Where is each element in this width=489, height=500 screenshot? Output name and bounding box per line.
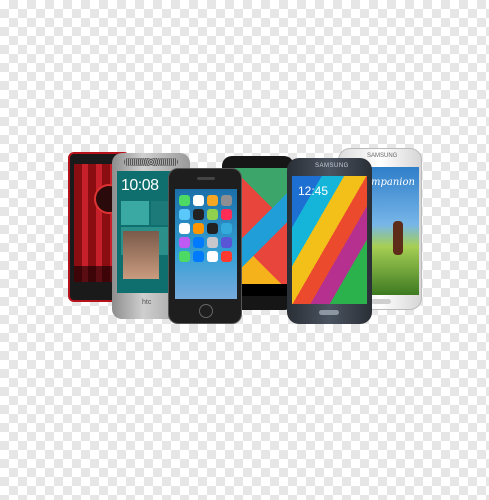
home-button [319, 310, 339, 315]
phone-logo: htc [142, 299, 152, 306]
phone-screen: 12:45 [292, 176, 367, 304]
itunes-app-icon [179, 237, 190, 248]
settings-app-icon [207, 237, 218, 248]
phone-brand: SAMSUNG [315, 163, 349, 169]
calendar-app-icon [193, 195, 204, 206]
app-icon-grid [179, 195, 233, 273]
clock-app-icon [193, 209, 204, 220]
home-button [199, 304, 213, 318]
passbook-app-icon [221, 237, 232, 248]
safari-app-icon [207, 251, 218, 262]
notes-app-icon [179, 223, 190, 234]
phone-screen [175, 189, 237, 299]
stocks-app-icon [207, 223, 218, 234]
phone-app-icon [179, 251, 190, 262]
phone-clock: 12:45 [298, 184, 329, 198]
earpiece [197, 177, 215, 180]
maps-app-icon [207, 209, 218, 220]
photo-tile [123, 231, 159, 279]
screen-caption: mpanion [371, 177, 415, 188]
weather-app-icon [179, 209, 190, 220]
person-figure [393, 221, 403, 255]
home-button [371, 299, 391, 304]
camera-app-icon [221, 195, 232, 206]
phone-brand: SAMSUNG [367, 153, 398, 159]
smartphones-photo: 10:08 htc SAMSUNG mpanion SAMSUNG 12:45 [0, 0, 489, 500]
game-center-app-icon [221, 223, 232, 234]
messages-app-icon [179, 195, 190, 206]
phone-clock: 10:08 [121, 177, 159, 194]
videos-app-icon [221, 209, 232, 220]
reminders-app-icon [193, 223, 204, 234]
mail-app-icon [193, 251, 204, 262]
phone-screen: mpanion [371, 167, 419, 295]
speaker-grille [124, 158, 178, 166]
samsung-galaxy-s5: SAMSUNG 12:45 [287, 158, 372, 324]
music-app-icon [221, 251, 232, 262]
iphone [168, 168, 242, 324]
app-store-app-icon [193, 237, 204, 248]
photos-app-icon [207, 195, 218, 206]
